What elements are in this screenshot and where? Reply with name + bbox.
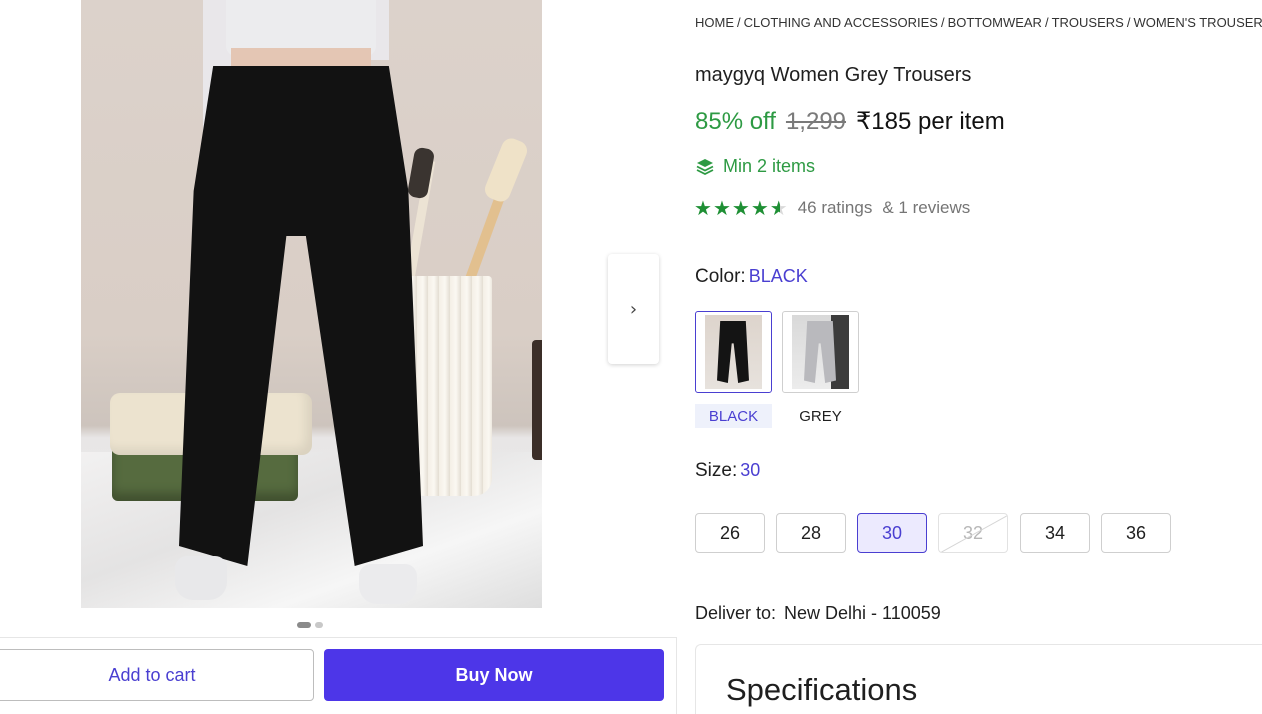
reviews-count: & 1 reviews [882,198,971,217]
star-icon: ★ [750,196,769,220]
breadcrumb-separator: / [1044,15,1049,30]
size-label: Size: [695,460,738,481]
breadcrumb-separator: / [737,15,741,30]
breadcrumb-item-womens-trousers[interactable]: WOMEN'S TROUSERS [1133,15,1262,30]
delivery-location: New Delhi - 110059 [784,603,941,623]
color-selected-value: BLACK [748,266,808,286]
breadcrumb-item-trousers[interactable]: TROUSERS [1052,15,1124,30]
image-model-shoe [359,564,417,604]
color-swatch-label-black[interactable]: BLACK [695,404,772,428]
swatch-thumbnail [792,315,849,389]
price-row: 85% off 1,299 ₹185 per item [695,107,1005,136]
breadcrumb-item-home[interactable]: HOME [695,15,734,30]
swatch-thumbnail-trousers [804,321,836,383]
swatch-thumbnail-trousers [717,321,749,383]
carousel-dot[interactable] [315,622,323,628]
star-icon: ★ [712,196,731,220]
sale-price: ₹185 per item [856,108,1005,135]
color-swatch-black[interactable] [695,311,772,393]
carousel-dots [297,622,323,628]
image-prop-brush-head [406,146,436,200]
size-option-36[interactable]: 36 [1101,513,1171,553]
delivery-label: Deliver to: [695,603,777,623]
product-image[interactable] [81,0,542,608]
breadcrumb-item-bottomwear[interactable]: BOTTOMWEAR [948,15,1042,30]
star-rating: ★ ★ ★ ★ ★ [694,198,788,218]
size-heading: Size: 30 [695,460,760,482]
star-icon: ★ [731,196,750,220]
add-to-cart-button[interactable]: Add to cart [0,649,314,701]
ratings-count: 46 ratings [797,198,873,217]
breadcrumb-separator: / [940,15,945,30]
breadcrumb-item-clothing[interactable]: CLOTHING AND ACCESSORIES [744,15,938,30]
size-option-32: 32 [938,513,1008,553]
rating-row[interactable]: ★ ★ ★ ★ ★ 46 ratings & 1 reviews [694,198,970,218]
size-option-30[interactable]: 30 [857,513,927,553]
image-model-shoe [175,556,227,600]
min-items-notice: Min 2 items [695,156,815,177]
star-icon: ★ [694,196,712,220]
color-label: Color: [695,266,746,287]
product-title: maygyq Women Grey Trousers [695,64,972,86]
color-swatch-label-grey[interactable]: GREY [782,404,859,428]
original-price: 1,299 [785,108,847,135]
divider [676,637,677,714]
size-option-28[interactable]: 28 [776,513,846,553]
delivery-info[interactable]: Deliver to: New Delhi - 110059 [695,603,941,624]
image-prop-bottle [532,340,542,460]
discount-badge: 85% off [695,108,776,135]
breadcrumb: HOME / CLOTHING AND ACCESSORIES / BOTTOMWEAR… [695,15,1262,30]
image-model-waist [231,48,371,68]
size-selected-value: 30 [740,460,761,480]
chevron-right-icon: › [629,298,638,320]
image-prop-brush-head [481,135,531,205]
layers-icon [696,158,714,175]
min-items-text: Min 2 items [723,156,816,176]
star-half-icon: ★ [769,196,788,220]
color-heading: Color: BLACK [695,266,808,288]
buy-now-button[interactable]: Buy Now [324,649,664,701]
specifications-title: Specifications [726,672,918,707]
carousel-dot-active[interactable] [297,622,311,628]
color-swatch-grey[interactable] [782,311,859,393]
swatch-thumbnail [705,315,762,389]
carousel-next-button[interactable]: › [608,254,659,364]
breadcrumb-separator: / [1126,15,1131,30]
size-option-34[interactable]: 34 [1020,513,1090,553]
size-option-26[interactable]: 26 [695,513,765,553]
